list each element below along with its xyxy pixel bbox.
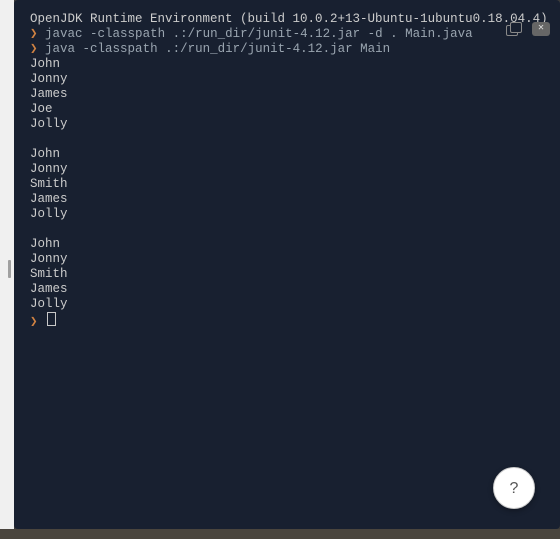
prompt-symbol: ❯	[30, 27, 38, 41]
output-line: Joe	[30, 102, 544, 117]
blank-line	[30, 222, 544, 237]
help-icon: ?	[510, 481, 519, 496]
command-text: java -classpath .:/run_dir/junit-4.12.ja…	[45, 42, 390, 56]
blank-line	[30, 132, 544, 147]
command-line: ❯ java -classpath .:/run_dir/junit-4.12.…	[30, 42, 544, 57]
editor-left-margin	[0, 0, 14, 539]
prompt-line[interactable]: ❯	[30, 312, 544, 330]
output-line: James	[30, 87, 544, 102]
output-line: Jonny	[30, 72, 544, 87]
output-line: Jonny	[30, 162, 544, 177]
close-icon[interactable]: ✕	[532, 22, 550, 36]
output-line: John	[30, 237, 544, 252]
runtime-header: OpenJDK Runtime Environment (build 10.0.…	[30, 12, 544, 27]
output-line: John	[30, 147, 544, 162]
cursor	[47, 312, 56, 326]
output-line: James	[30, 282, 544, 297]
output-line: Jolly	[30, 117, 544, 132]
output-line: Jolly	[30, 297, 544, 312]
command-line: ❯ javac -classpath .:/run_dir/junit-4.12…	[30, 27, 544, 42]
output-line: Jonny	[30, 252, 544, 267]
output-line: Smith	[30, 267, 544, 282]
command-text: javac -classpath .:/run_dir/junit-4.12.j…	[45, 27, 473, 41]
margin-indicator	[8, 260, 11, 278]
output-line: Jolly	[30, 207, 544, 222]
help-button[interactable]: ?	[493, 467, 535, 509]
terminal-panel[interactable]: ✕ OpenJDK Runtime Environment (build 10.…	[14, 0, 560, 529]
output-line: James	[30, 192, 544, 207]
output-line: Smith	[30, 177, 544, 192]
prompt-symbol: ❯	[30, 315, 38, 329]
output-line: John	[30, 57, 544, 72]
prompt-symbol: ❯	[30, 42, 38, 56]
footer-strip	[0, 529, 560, 539]
copy-icon[interactable]	[506, 22, 522, 36]
